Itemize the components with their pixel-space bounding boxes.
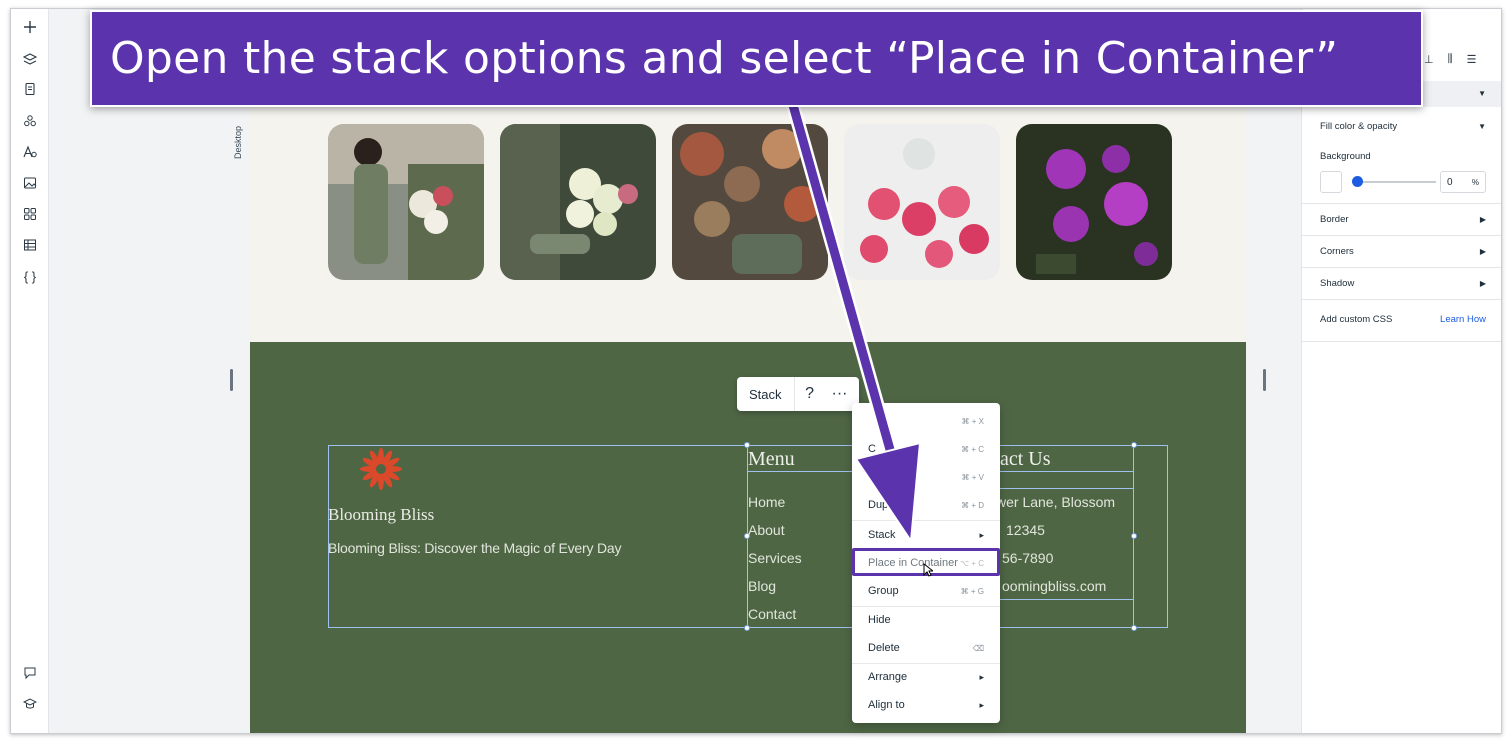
media-icon[interactable] — [20, 173, 40, 193]
components-icon[interactable] — [20, 111, 40, 131]
gallery-photo-florist[interactable] — [328, 124, 484, 280]
opacity-unit: % — [1471, 177, 1479, 187]
learn-how-link[interactable]: Learn How — [1440, 314, 1486, 325]
stack-toolbar: Stack ? ··· — [737, 377, 859, 411]
comments-icon[interactable] — [20, 663, 40, 683]
border-label: Border — [1320, 213, 1349, 225]
contact-zip: 12345 — [1006, 522, 1045, 538]
opacity-slider-knob[interactable] — [1352, 176, 1363, 187]
expand-icon: ▶ — [1479, 214, 1486, 224]
site-page: Blooming Bliss Blooming Bliss: Discover … — [250, 89, 1246, 733]
footer-link-home[interactable]: Home — [748, 494, 785, 510]
border-row[interactable]: Border ▶ — [1302, 209, 1501, 229]
expand-icon: ▶ — [1479, 278, 1486, 288]
learn-icon[interactable] — [20, 694, 40, 714]
distribute-icon[interactable]: ☰ — [1467, 53, 1477, 66]
brand-name: Blooming Bliss — [328, 505, 435, 524]
selection-handle[interactable] — [1131, 625, 1137, 631]
collapse-icon: ▼ — [1478, 89, 1486, 98]
menu-item-hide[interactable]: Hide — [852, 609, 1000, 631]
footer-link-about[interactable]: About — [748, 522, 785, 538]
alignment-icons: ⊥ ⫼ ☰ — [1424, 53, 1477, 66]
apps-icon[interactable] — [20, 204, 40, 224]
fill-color-label: Fill color & opacity — [1320, 120, 1398, 132]
selection-handle[interactable] — [1131, 533, 1137, 539]
instruction-text: Open the stack options and select “Place… — [110, 33, 1339, 84]
stack-label-button[interactable]: Stack — [737, 377, 795, 411]
gallery-photo-white-roses[interactable] — [500, 124, 656, 280]
menu-item-cut[interactable]: ⌘ + X — [852, 410, 1000, 432]
menu-separator — [852, 606, 1000, 607]
background-color-swatch[interactable] — [1320, 171, 1342, 193]
app-window: { } Desktop Blooming Bliss Blooming Blis… — [10, 8, 1502, 734]
brand-logo — [360, 448, 402, 490]
corners-label: Corners — [1320, 245, 1354, 257]
selection-handle[interactable] — [1131, 442, 1137, 448]
custom-css-label: Add custom CSS — [1320, 313, 1393, 325]
right-resize-handle[interactable] — [1263, 369, 1266, 391]
menu-item-delete[interactable]: Delete ⌫ — [852, 637, 1000, 659]
fill-color-row[interactable]: Fill color & opacity ▼ — [1302, 117, 1501, 135]
menu-item-arrange[interactable]: Arrange ▸ — [852, 666, 1000, 688]
help-button[interactable]: ? — [795, 377, 825, 411]
submenu-arrow-icon: ▸ — [979, 529, 984, 540]
footer-link-blog[interactable]: Blog — [748, 578, 776, 594]
menu-heading: Menu — [748, 448, 795, 470]
opacity-input[interactable]: 0 % — [1440, 171, 1486, 193]
divider — [1302, 341, 1501, 342]
menu-separator — [852, 520, 1000, 521]
divider — [1302, 235, 1501, 236]
gallery-photo-purple-roses[interactable] — [1016, 124, 1172, 280]
photo-gallery — [328, 124, 1172, 280]
align-center-icon[interactable]: ⫼ — [1448, 53, 1453, 66]
desktop-label: Desktop — [233, 125, 243, 159]
divider — [1302, 203, 1501, 204]
pages-icon[interactable] — [20, 79, 40, 99]
contact-email: oomingbliss.com — [1002, 578, 1107, 594]
instruction-banner: Open the stack options and select “Place… — [90, 10, 1423, 107]
brand-tagline: Blooming Bliss: Discover the Magic of Ev… — [328, 540, 622, 556]
align-bottom-icon[interactable]: ⊥ — [1424, 53, 1434, 66]
table-icon[interactable] — [20, 235, 40, 255]
shadow-label: Shadow — [1320, 277, 1355, 289]
contact-heading: act Us — [1000, 448, 1051, 470]
footer-link-services[interactable]: Services — [748, 550, 802, 566]
menu-separator — [852, 663, 1000, 664]
opacity-slider[interactable] — [1358, 181, 1436, 183]
left-toolbar: { } — [11, 9, 49, 733]
background-label: Background — [1320, 150, 1371, 162]
typography-icon[interactable] — [20, 142, 40, 162]
menu-item-align-to[interactable]: Align to ▸ — [852, 694, 1000, 716]
code-icon[interactable]: { } — [20, 266, 40, 286]
gallery-photo-pink-roses[interactable] — [844, 124, 1000, 280]
selection-handle[interactable] — [744, 625, 750, 631]
submenu-arrow-icon: ▸ — [979, 671, 984, 682]
footer-link-contact[interactable]: Contact — [748, 606, 796, 622]
menu-item-duplicate[interactable]: Dup ⌘ + D — [852, 494, 1000, 516]
editor-canvas: Desktop Blooming Bliss Blooming Bliss: D… — [49, 9, 1301, 733]
inspector-panel: ⊥ ⫼ ☰ ▼ Fill color & opacity ▼ Backgroun… — [1301, 9, 1501, 733]
mouse-cursor-icon — [923, 563, 933, 577]
shadow-row[interactable]: Shadow ▶ — [1302, 273, 1501, 293]
menu-item-stack[interactable]: Stack ▸ — [852, 524, 1000, 546]
submenu-arrow-icon: ▸ — [979, 699, 984, 710]
layers-icon[interactable] — [20, 49, 40, 69]
opacity-value: 0 — [1447, 176, 1453, 188]
menu-item-copy[interactable]: C ⌘ + C — [852, 438, 1000, 460]
divider — [1302, 299, 1501, 300]
expand-icon: ▶ — [1479, 246, 1486, 256]
menu-item-paste[interactable]: ⌘ + V — [852, 466, 1000, 488]
collapse-icon: ▼ — [1478, 121, 1486, 131]
add-icon[interactable] — [20, 17, 40, 37]
divider — [1302, 267, 1501, 268]
custom-css-row: Add custom CSS Learn How — [1302, 309, 1501, 329]
corners-row[interactable]: Corners ▶ — [1302, 241, 1501, 261]
menu-item-group[interactable]: Group ⌘ + G — [852, 580, 1000, 602]
contact-phone: 56-7890 — [1002, 550, 1054, 566]
more-options-button[interactable]: ··· — [825, 377, 855, 411]
gallery-photo-dried-flowers[interactable] — [672, 124, 828, 280]
background-row: Background — [1302, 147, 1501, 165]
contact-address: wer Lane, Blossom — [996, 494, 1116, 510]
left-resize-handle[interactable] — [230, 369, 233, 391]
